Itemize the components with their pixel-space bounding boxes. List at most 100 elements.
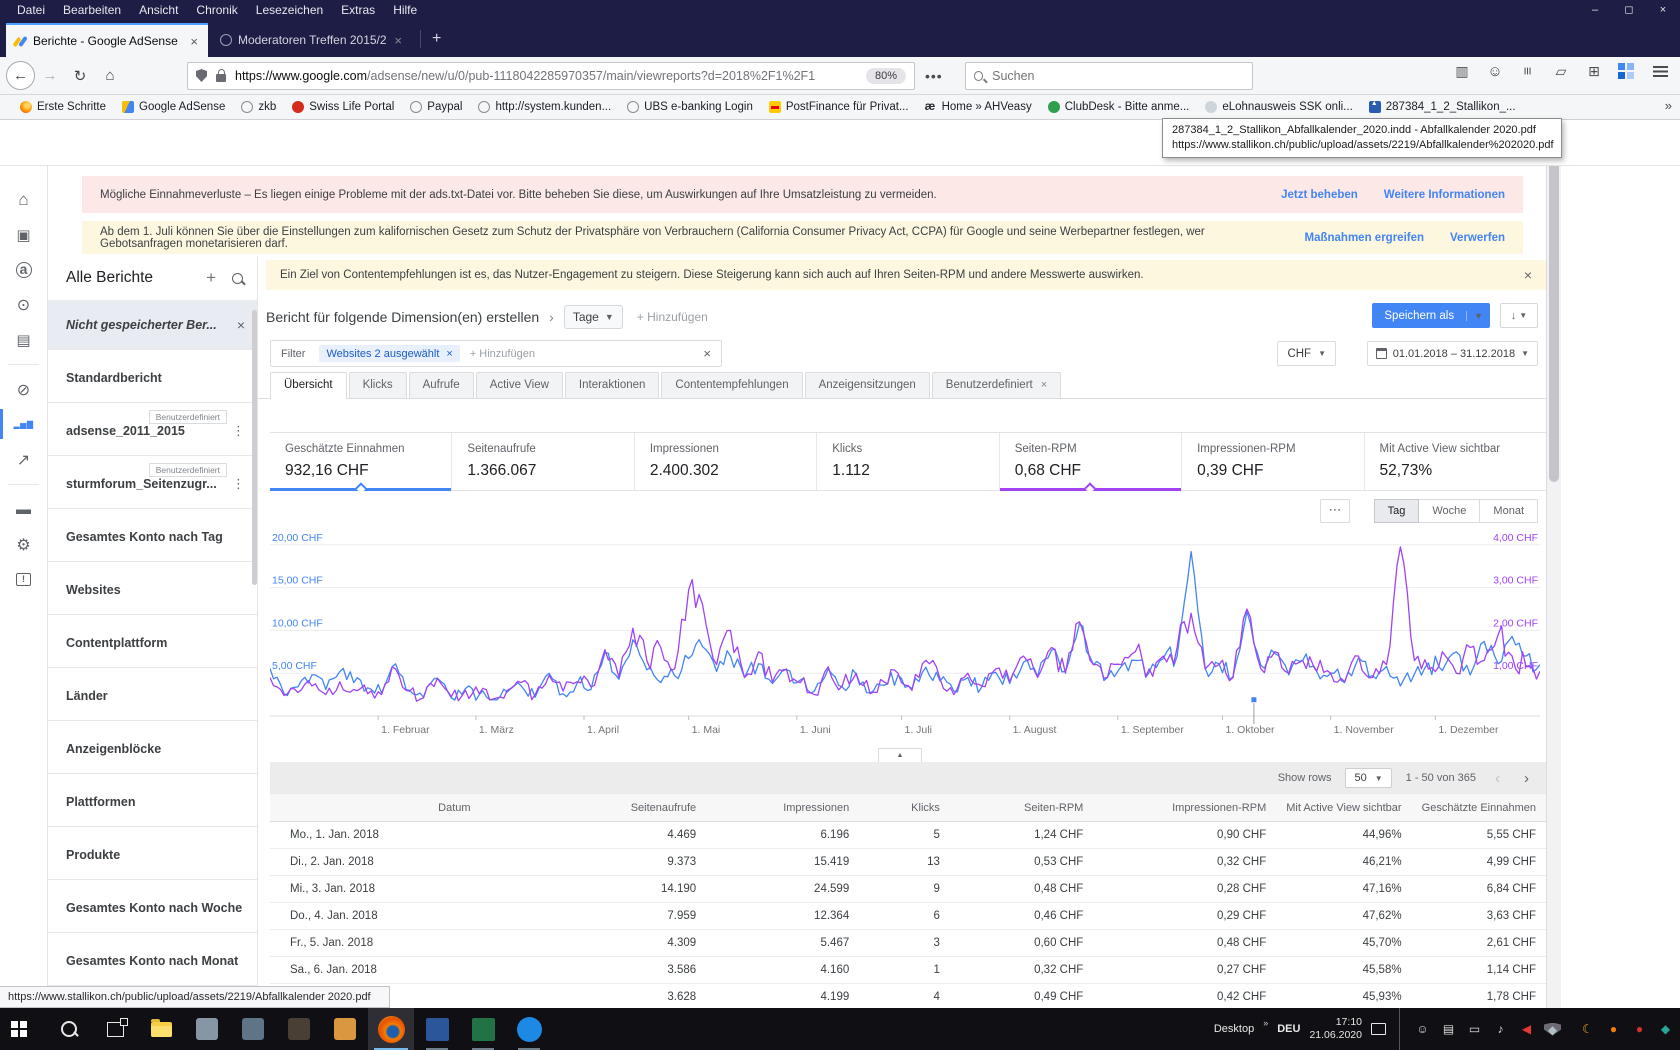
dimension-select[interactable]: Tage ▼	[564, 305, 623, 329]
taskbar-app-icon[interactable]	[276, 1008, 322, 1050]
chevron-down-icon[interactable]: ▼	[1466, 311, 1490, 321]
taskbar-app-icon[interactable]	[184, 1008, 230, 1050]
taskbar-app-icon[interactable]	[230, 1008, 276, 1050]
taskbar-app-icon[interactable]	[138, 1008, 184, 1050]
report-tab[interactable]: Interaktionen ×	[565, 372, 660, 398]
tray-icon[interactable]	[1657, 1022, 1674, 1036]
metric-card[interactable]: Mit Active View sichtbar 52,73%	[1365, 433, 1546, 490]
sidebar-report-item[interactable]: Gesamtes Konto nach Woche × ⋮	[48, 884, 257, 933]
report-tab[interactable]: Klicks ×	[349, 372, 407, 398]
download-button[interactable]: ↓▼	[1500, 303, 1538, 328]
metric-card[interactable]: Impressionen 2.400.302	[635, 433, 817, 490]
bookmark[interactable]: 287384_1_2_Stallikon_...	[1363, 99, 1522, 115]
tray-icon[interactable]	[1466, 1022, 1483, 1036]
timeseries-chart[interactable]: 5,00 CHF1,00 CHF10,00 CHF2,00 CHF15,00 C…	[270, 528, 1540, 742]
dismiss-link[interactable]: Verwerfen	[1450, 232, 1505, 244]
bookmark[interactable]: UBS e-banking Login	[621, 99, 759, 115]
menubar-item[interactable]: Hilfe	[384, 3, 426, 17]
bookmark[interactable]: http://system.kunden...	[472, 99, 617, 115]
column-header[interactable]: Impressionen-RPM	[1093, 794, 1276, 822]
table-row[interactable]: Fr., 5. Jan. 2018 4.309 5.467 3 0,60 CHF…	[270, 930, 1546, 957]
language-indicator[interactable]: DEU	[1277, 1023, 1300, 1035]
more-info-link[interactable]: Weitere Informationen	[1384, 189, 1505, 201]
report-tab[interactable]: Benutzerdefiniert ×	[932, 372, 1061, 398]
page-scrollbar[interactable]	[1546, 120, 1561, 1008]
taskbar-app-icon[interactable]	[0, 1008, 46, 1050]
rail-icon[interactable]	[0, 372, 47, 407]
bookmark[interactable]: zkb	[235, 99, 282, 115]
toolbar-icon[interactable]	[1552, 62, 1570, 80]
table-row[interactable]: Mo., 1. Jan. 2018 4.469 6.196 5 1,24 CHF…	[270, 822, 1546, 849]
add-report-icon[interactable]: +	[206, 268, 216, 288]
new-tab-button[interactable]: +	[432, 30, 441, 48]
taskbar-app-icon[interactable]	[46, 1008, 92, 1050]
filter-clear-icon[interactable]: ×	[703, 346, 711, 361]
filter-chip[interactable]: Websites 2 ausgewählt ×	[319, 345, 459, 362]
next-page-icon[interactable]: ›	[1519, 770, 1534, 787]
taskbar-app-icon[interactable]	[506, 1008, 552, 1050]
search-box[interactable]	[965, 62, 1253, 90]
close-icon[interactable]: ×	[1646, 0, 1680, 20]
page-actions-icon[interactable]: •••	[925, 68, 943, 84]
sidebar-report-item[interactable]: Benutzerdefiniert sturmforum_Seitenzugr.…	[48, 460, 257, 509]
menubar-item[interactable]: Lesezeichen	[247, 3, 332, 17]
rail-icon[interactable]	[8, 364, 39, 365]
tray-icon[interactable]	[1605, 1022, 1622, 1036]
toolbar-icon[interactable]	[1585, 62, 1603, 80]
tracking-shield-icon[interactable]	[196, 69, 207, 82]
tray-icon[interactable]	[1544, 1023, 1561, 1036]
column-header[interactable]: Impressionen	[706, 794, 859, 822]
report-tab[interactable]: Aufrufe ×	[409, 372, 474, 398]
table-row[interactable]: Mi., 3. Jan. 2018 14.190 24.599 9 0,48 C…	[270, 876, 1546, 903]
rail-icon[interactable]	[0, 182, 47, 217]
menubar-item[interactable]: Bearbeiten	[54, 3, 130, 17]
table-row[interactable]: Di., 2. Jan. 2018 9.373 15.419 13 0,53 C…	[270, 849, 1546, 876]
rail-icon[interactable]	[8, 484, 39, 485]
sidebar-report-item[interactable]: Standardbericht × ⋮	[48, 354, 257, 403]
bookmark[interactable]: Google AdSense	[116, 99, 231, 115]
rail-icon[interactable]	[0, 252, 47, 287]
rail-icon[interactable]	[0, 407, 47, 442]
report-tab[interactable]: Active View ×	[476, 372, 563, 398]
rail-icon[interactable]	[0, 562, 47, 597]
tab-close-icon[interactable]: ×	[392, 33, 404, 48]
bookmark[interactable]: PostFinance für Privat...	[763, 99, 915, 115]
tab-adsense[interactable]: Berichte - Google AdSense ×	[6, 23, 208, 57]
add-dimension-button[interactable]: + Hinzufügen	[637, 310, 708, 324]
tray-overflow-chevron[interactable]: »	[1263, 1018, 1268, 1028]
date-range-select[interactable]: 01.01.2018 – 31.12.2018 ▼	[1367, 341, 1538, 366]
column-header[interactable]: Geschätzte Einnahmen	[1412, 794, 1546, 822]
sidebar-report-item[interactable]: Benutzerdefiniert adsense_2011_2015 × ⋮	[48, 407, 257, 456]
taskbar-app-icon[interactable]	[92, 1008, 138, 1050]
toolbar-icon[interactable]	[1486, 62, 1504, 80]
prev-page-icon[interactable]: ‹	[1490, 770, 1505, 787]
column-header[interactable]: Seitenaufrufe	[481, 794, 707, 822]
chart-comment-button[interactable]: ⋯	[1320, 499, 1350, 523]
sidebar-scrollbar[interactable]	[252, 310, 257, 585]
save-as-button[interactable]: Speichern als ▼	[1372, 303, 1490, 328]
lock-icon[interactable]	[216, 74, 226, 82]
show-desktop-button[interactable]	[1399, 1008, 1405, 1050]
bookmark[interactable]: Paypal	[404, 99, 468, 115]
metric-card[interactable]: Impressionen-RPM 0,39 CHF	[1182, 433, 1364, 490]
rail-icon[interactable]	[0, 322, 47, 357]
chart-collapse-button[interactable]: ▲	[878, 748, 922, 762]
sidebar-report-item[interactable]: Contentplattform × ⋮	[48, 619, 257, 668]
scrollbar-thumb[interactable]	[1549, 132, 1559, 482]
table-row[interactable]: 3.628 4.199 4 0,49 CHF 0,42 CHF 45,93% 1…	[270, 984, 1546, 1011]
currency-select[interactable]: CHF ▼	[1277, 341, 1336, 366]
fix-now-link[interactable]: Jetzt beheben	[1281, 189, 1358, 201]
toolbar-icon[interactable]	[1453, 62, 1471, 80]
report-tab[interactable]: Anzeigensitzungen ×	[805, 372, 930, 398]
maximize-icon[interactable]: ◻	[1612, 0, 1646, 20]
menubar-item[interactable]: Extras	[332, 3, 384, 17]
report-tab[interactable]: Contentempfehlungen ×	[661, 372, 802, 398]
reload-button[interactable]: ↻	[65, 61, 95, 91]
metric-card[interactable]: Seitenaufrufe 1.366.067	[452, 433, 634, 490]
bookmark[interactable]: Home » AHVeasy	[919, 99, 1038, 115]
zoom-level-badge[interactable]: 80%	[866, 68, 906, 84]
granularity-button[interactable]: Woche	[1418, 499, 1480, 523]
report-tab[interactable]: Übersicht ×	[270, 372, 347, 399]
rail-icon[interactable]	[0, 442, 47, 477]
column-header[interactable]: Klicks	[859, 794, 950, 822]
